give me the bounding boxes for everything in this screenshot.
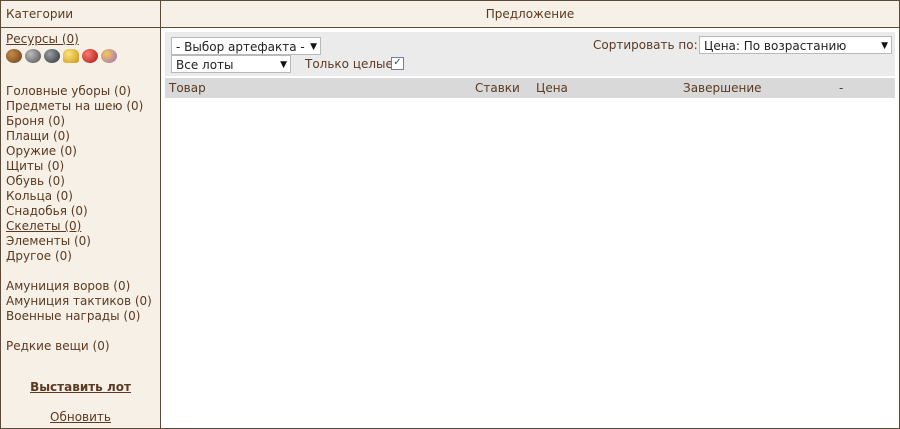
filter-bar: - Выбор артефакта - ▼ Все лоты ▼ Только … bbox=[165, 32, 895, 76]
category-headgear[interactable]: Головные уборы (0) bbox=[6, 84, 152, 99]
crystal-icon[interactable] bbox=[82, 49, 98, 63]
category-spacer bbox=[6, 324, 152, 339]
lots-table-header: Товар Ставки Цена Завершение - bbox=[165, 78, 895, 98]
lots-select-value: Все лоты bbox=[176, 58, 234, 72]
category-tactic-ammo[interactable]: Амуниция тактиков (0) bbox=[6, 294, 152, 309]
offers-header: Предложение bbox=[161, 1, 899, 28]
category-cloaks[interactable]: Плащи (0) bbox=[6, 129, 152, 144]
mercury-icon[interactable] bbox=[44, 49, 60, 63]
category-other[interactable]: Другое (0) bbox=[6, 249, 152, 264]
category-spacer bbox=[6, 264, 152, 279]
category-military-awards[interactable]: Военные награды (0) bbox=[6, 309, 152, 324]
chevron-down-icon: ▼ bbox=[881, 41, 888, 51]
category-thief-ammo[interactable]: Амуниция воров (0) bbox=[6, 279, 152, 294]
category-armor[interactable]: Броня (0) bbox=[6, 114, 152, 129]
category-elements[interactable]: Элементы (0) bbox=[6, 234, 152, 249]
lots-select[interactable]: Все лоты ▼ bbox=[171, 55, 291, 73]
sell-lot-link[interactable]: Выставить лот bbox=[1, 380, 160, 394]
sulfur-icon[interactable] bbox=[63, 49, 79, 63]
column-dash: - bbox=[839, 81, 844, 95]
category-boots[interactable]: Обувь (0) bbox=[6, 174, 152, 189]
artifact-select[interactable]: - Выбор артефакта - ▼ bbox=[171, 37, 321, 55]
sort-select[interactable]: Цена: По возрастанию ▼ bbox=[699, 36, 892, 54]
column-bids[interactable]: Ставки bbox=[475, 78, 520, 98]
column-item[interactable]: Товар bbox=[169, 78, 206, 98]
category-rare-items[interactable]: Редкие вещи (0) bbox=[6, 339, 152, 354]
category-necklaces[interactable]: Предметы на шею (0) bbox=[6, 99, 152, 114]
only-whole-checkbox[interactable]: ✓ bbox=[391, 57, 404, 70]
column-price[interactable]: Цена bbox=[536, 78, 568, 98]
gems-icon[interactable] bbox=[101, 49, 117, 63]
auction-window: Категории Ресурсы (0) Головные уборы (0)… bbox=[0, 0, 900, 429]
chevron-down-icon: ▼ bbox=[310, 42, 317, 52]
category-potions[interactable]: Снадобья (0) bbox=[6, 204, 152, 219]
category-skeletons[interactable]: Скелеты (0) bbox=[6, 219, 152, 234]
ore-icon[interactable] bbox=[25, 49, 41, 63]
resources-link[interactable]: Ресурсы (0) bbox=[6, 32, 79, 46]
category-shields[interactable]: Щиты (0) bbox=[6, 159, 152, 174]
resource-icons bbox=[6, 49, 117, 65]
wood-icon[interactable] bbox=[6, 49, 22, 63]
offers-panel: Предложение - Выбор артефакта - ▼ Все ло… bbox=[161, 1, 899, 428]
refresh-link[interactable]: Обновить bbox=[1, 410, 160, 424]
sort-select-value: Цена: По возрастанию bbox=[704, 39, 847, 53]
category-list: Головные уборы (0) Предметы на шею (0) Б… bbox=[6, 84, 152, 354]
categories-header: Категории bbox=[1, 1, 160, 28]
category-weapons[interactable]: Оружие (0) bbox=[6, 144, 152, 159]
category-rings[interactable]: Кольца (0) bbox=[6, 189, 152, 204]
categories-sidebar: Категории Ресурсы (0) Головные уборы (0)… bbox=[1, 1, 161, 428]
chevron-down-icon: ▼ bbox=[280, 60, 287, 70]
only-whole-label: Только целые bbox=[305, 57, 393, 71]
sort-label: Сортировать по: bbox=[593, 38, 698, 52]
column-end[interactable]: Завершение bbox=[683, 78, 762, 98]
artifact-select-value: - Выбор артефакта - bbox=[176, 40, 305, 54]
